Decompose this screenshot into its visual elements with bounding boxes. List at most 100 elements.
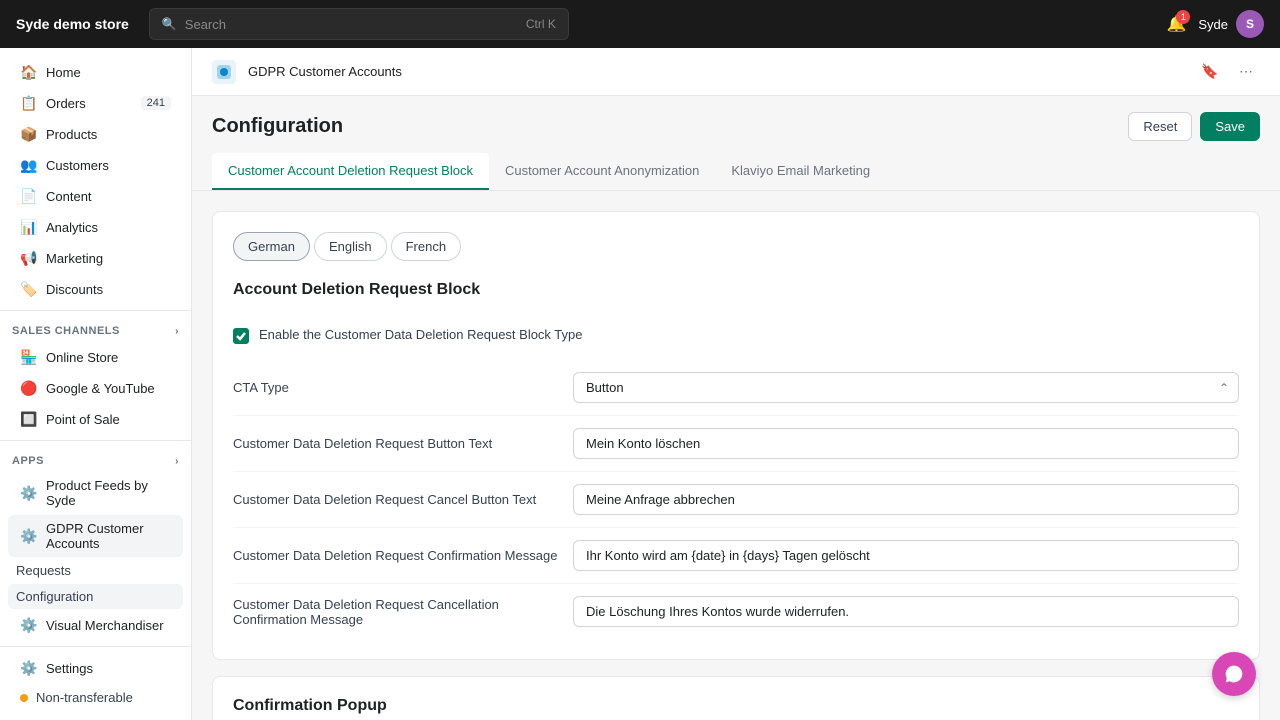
visual-merch-icon: ⚙️ — [20, 616, 38, 634]
sidebar-item-discounts[interactable]: 🏷️ Discounts — [8, 274, 183, 304]
search-shortcut: Ctrl K — [526, 17, 556, 31]
cta-type-label: CTA Type — [233, 380, 573, 395]
sidebar-item-home[interactable]: 🏠 Home — [8, 57, 183, 87]
discounts-icon: 🏷️ — [20, 280, 38, 298]
sidebar-item-label: Orders — [46, 96, 86, 111]
cta-type-select-wrap: Button Link Form ⌃ — [573, 372, 1239, 403]
sidebar-item-gdpr-accounts[interactable]: ⚙️ GDPR Customer Accounts — [8, 515, 183, 557]
sidebar-sub-requests[interactable]: Requests — [8, 558, 183, 583]
sidebar-item-settings[interactable]: ⚙️ Settings — [8, 653, 183, 683]
sidebar-item-point-of-sale[interactable]: 🔲 Point of Sale — [8, 404, 183, 434]
apps-chevron[interactable]: › — [175, 456, 179, 467]
cta-type-select[interactable]: Button Link Form — [573, 372, 1239, 403]
save-button[interactable]: Save — [1200, 112, 1260, 141]
sidebar-item-label: GDPR Customer Accounts — [46, 521, 171, 551]
sidebar-item-visual-merch[interactable]: ⚙️ Visual Merchandiser — [8, 610, 183, 640]
customers-icon: 👥 — [20, 156, 38, 174]
products-icon: 📦 — [20, 125, 38, 143]
enable-checkbox-row: Enable the Customer Data Deletion Reques… — [233, 315, 1239, 360]
user-name: Syde — [1198, 17, 1228, 32]
sales-channels-chevron[interactable]: › — [175, 326, 179, 337]
cancel-button-input[interactable] — [573, 484, 1239, 515]
google-icon: 🔴 — [20, 379, 38, 397]
bookmark-icon[interactable]: 🔖 — [1196, 58, 1224, 86]
confirmation-popup-title: Confirmation Popup — [233, 697, 1239, 715]
orders-icon: 📋 — [20, 94, 38, 112]
sidebar-item-label: Home — [46, 65, 81, 80]
sidebar-item-online-store[interactable]: 🏪 Online Store — [8, 342, 183, 372]
lang-tab-english[interactable]: English — [314, 232, 387, 261]
confirmation-message-control — [573, 540, 1239, 571]
product-feeds-icon: ⚙️ — [20, 484, 38, 502]
cancellation-message-input[interactable] — [573, 596, 1239, 627]
cta-type-row: CTA Type Button Link Form ⌃ — [233, 360, 1239, 416]
sidebar-divider-3 — [0, 646, 191, 647]
sidebar-item-product-feeds[interactable]: ⚙️ Product Feeds by Syde — [8, 472, 183, 514]
tab-klaviyo[interactable]: Klaviyo Email Marketing — [715, 153, 886, 190]
page-title: Configuration — [212, 115, 343, 138]
search-icon: 🔍 — [162, 17, 177, 31]
page-actions: Reset Save — [1128, 112, 1260, 141]
avatar: S — [1236, 10, 1264, 38]
enable-checkbox[interactable] — [233, 328, 249, 344]
pos-icon: 🔲 — [20, 410, 38, 428]
cancellation-message-control — [573, 596, 1239, 627]
page-header: Configuration Reset Save — [192, 96, 1280, 153]
chat-icon — [1224, 664, 1244, 684]
sidebar-item-content[interactable]: 📄 Content — [8, 181, 183, 211]
cancellation-message-label: Customer Data Deletion Request Cancellat… — [233, 597, 573, 627]
sidebar-item-google-youtube[interactable]: 🔴 Google & YouTube — [8, 373, 183, 403]
confirmation-message-input[interactable] — [573, 540, 1239, 571]
tab-anonymization[interactable]: Customer Account Anonymization — [489, 153, 715, 190]
sidebar-sub-configuration[interactable]: Configuration — [8, 584, 183, 609]
notifications-button[interactable]: 🔔 1 — [1166, 14, 1186, 34]
sidebar-item-customers[interactable]: 👥 Customers — [8, 150, 183, 180]
sidebar-item-marketing[interactable]: 📢 Marketing — [8, 243, 183, 273]
button-text-control — [573, 428, 1239, 459]
sidebar-item-label: Point of Sale — [46, 412, 120, 427]
topbar: Syde demo store 🔍 Search Ctrl K 🔔 1 Syde… — [0, 0, 1280, 48]
chat-bubble[interactable] — [1212, 652, 1256, 696]
user-menu[interactable]: Syde S — [1198, 10, 1264, 38]
main-card: German English French Account Deletion R… — [212, 211, 1260, 660]
sidebar-divider-1 — [0, 310, 191, 311]
button-text-input[interactable] — [573, 428, 1239, 459]
sidebar-item-analytics[interactable]: 📊 Analytics — [8, 212, 183, 242]
cancel-button-control — [573, 484, 1239, 515]
sidebar-item-label: Discounts — [46, 282, 103, 297]
button-text-row: Customer Data Deletion Request Button Te… — [233, 416, 1239, 472]
cancel-button-row: Customer Data Deletion Request Cancel Bu… — [233, 472, 1239, 528]
sidebar-item-label: Analytics — [46, 220, 98, 235]
settings-label: Settings — [46, 661, 93, 676]
reset-button[interactable]: Reset — [1128, 112, 1192, 141]
settings-icon: ⚙️ — [20, 659, 38, 677]
sidebar-item-products[interactable]: 📦 Products — [8, 119, 183, 149]
content-area: German English French Account Deletion R… — [192, 191, 1280, 720]
non-transferable-label: Non-transferable — [36, 690, 133, 705]
gdpr-icon: ⚙️ — [20, 527, 38, 545]
confirmation-message-label: Customer Data Deletion Request Confirmat… — [233, 548, 573, 563]
non-transferable-badge: Non-transferable — [8, 684, 183, 711]
configuration-label: Configuration — [16, 589, 93, 604]
sidebar: 🏠 Home 📋 Orders 241 📦 Products 👥 Custome… — [0, 48, 192, 720]
main-content: GDPR Customer Accounts 🔖 ⋯ Configuration… — [192, 48, 1280, 720]
button-text-label: Customer Data Deletion Request Button Te… — [233, 436, 573, 451]
sidebar-item-label: Google & YouTube — [46, 381, 155, 396]
lang-tab-german[interactable]: German — [233, 232, 310, 261]
more-options-icon[interactable]: ⋯ — [1232, 58, 1260, 86]
marketing-icon: 📢 — [20, 249, 38, 267]
sidebar-item-orders[interactable]: 📋 Orders 241 — [8, 88, 183, 118]
search-bar[interactable]: 🔍 Search Ctrl K — [149, 8, 569, 40]
store-name: Syde demo store — [16, 16, 129, 32]
analytics-icon: 📊 — [20, 218, 38, 236]
lang-tab-french[interactable]: French — [391, 232, 461, 261]
sales-channels-section: Sales channels › — [0, 317, 191, 341]
sidebar-divider-2 — [0, 440, 191, 441]
tab-deletion-request[interactable]: Customer Account Deletion Request Block — [212, 153, 489, 190]
search-placeholder: Search — [185, 17, 226, 32]
confirmation-popup-card: Confirmation Popup Request customer conf… — [212, 676, 1260, 720]
enable-checkbox-label: Enable the Customer Data Deletion Reques… — [259, 327, 583, 342]
checkmark-icon — [237, 333, 245, 339]
sidebar-item-label: Visual Merchandiser — [46, 618, 164, 633]
cancel-button-label: Customer Data Deletion Request Cancel Bu… — [233, 492, 573, 507]
